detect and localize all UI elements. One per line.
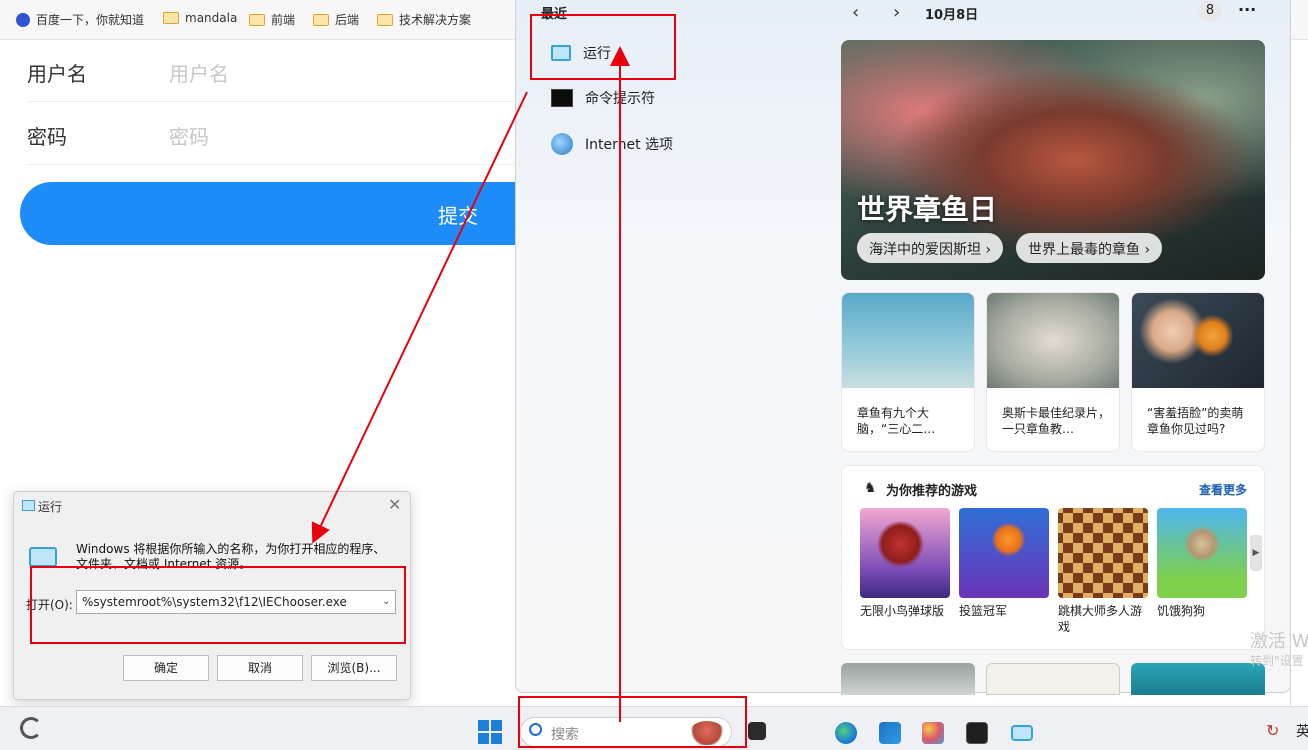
activation-watermark-sub: 转到"设置 bbox=[1250, 654, 1304, 668]
news-text: 奥斯卡最佳纪录片，一只章鱼教… bbox=[1002, 406, 1111, 436]
annotation-box-run bbox=[530, 14, 676, 80]
game-image bbox=[1058, 508, 1148, 598]
folder-icon bbox=[249, 13, 265, 26]
run-large-icon bbox=[29, 547, 57, 567]
run-taskbar-icon[interactable] bbox=[1011, 725, 1033, 741]
run-icon bbox=[22, 500, 35, 511]
scroll-right-button[interactable]: ▶ bbox=[1250, 535, 1262, 571]
game-name: 跳棋大师多人游戏 bbox=[1058, 604, 1143, 634]
game-tile[interactable]: 投篮冠军 bbox=[959, 508, 1049, 619]
game-name: 无限小鸟弹球版 bbox=[860, 604, 945, 618]
browse-button[interactable]: 浏览(B)... bbox=[311, 655, 397, 681]
chevron-left-icon[interactable]: ‹ bbox=[852, 2, 859, 23]
hero-title: 世界章鱼日 bbox=[857, 193, 998, 226]
more-options-icon[interactable]: ··· bbox=[1238, 0, 1256, 19]
news-card-partial[interactable] bbox=[841, 663, 975, 695]
notification-badge[interactable]: 8 bbox=[1199, 0, 1221, 22]
sync-icon[interactable]: ↻ bbox=[1266, 721, 1279, 740]
start-search-panel: 最近 运行 命令提示符 Internet 选项 ‹ › 10月8日 8 ··· … bbox=[515, 0, 1291, 695]
game-tile[interactable]: 饥饿狗狗 bbox=[1157, 508, 1247, 619]
terminal-icon[interactable] bbox=[966, 722, 988, 744]
widget-date: 10月8日 bbox=[925, 8, 979, 23]
news-image bbox=[987, 293, 1119, 388]
widgets-icon[interactable] bbox=[20, 717, 42, 739]
recent-item-label: Internet 选项 bbox=[585, 137, 674, 153]
activation-watermark: 激活 W bbox=[1250, 631, 1308, 652]
games-section: ♞ 为你推荐的游戏 查看更多 无限小鸟弹球版 投篮冠军 跳棋大师多人游戏 饥饿狗… bbox=[841, 465, 1265, 650]
news-text: 章鱼有九个大脑，“三心二… bbox=[857, 406, 936, 436]
password-input[interactable]: 密码 bbox=[169, 121, 209, 150]
game-image bbox=[1157, 508, 1247, 598]
close-icon[interactable]: ✕ bbox=[388, 495, 401, 514]
store-icon[interactable] bbox=[879, 722, 901, 744]
news-card[interactable]: 奥斯卡最佳纪录片，一只章鱼教… bbox=[986, 292, 1120, 452]
password-row: 密码 密码 bbox=[27, 103, 517, 165]
cmd-icon bbox=[551, 89, 573, 107]
news-text: “害羞捂脸”的卖萌章鱼你见过吗? bbox=[1147, 406, 1244, 436]
submit-label: 提交 bbox=[438, 204, 478, 228]
bookmark-backend[interactable]: 后端 bbox=[313, 11, 359, 28]
paint-icon[interactable] bbox=[922, 722, 944, 744]
recent-item-internet-options[interactable]: Internet 选项 bbox=[551, 124, 673, 164]
internet-options-icon bbox=[551, 133, 573, 155]
task-view-icon[interactable] bbox=[748, 722, 766, 740]
baidu-paw-icon bbox=[16, 12, 30, 27]
game-image bbox=[860, 508, 950, 598]
news-image bbox=[842, 293, 974, 388]
username-row: 用户名 用户名 bbox=[27, 40, 517, 102]
news-card[interactable]: “害羞捂脸”的卖萌章鱼你见过吗? bbox=[1131, 292, 1265, 452]
news-card-partial[interactable] bbox=[986, 663, 1120, 695]
bookmark-label: 百度一下，你就知道 bbox=[36, 13, 145, 27]
username-label: 用户名 bbox=[27, 62, 87, 86]
bookmark-label: 后端 bbox=[335, 13, 360, 27]
hero-chip[interactable]: 海洋中的爱因斯坦 › bbox=[857, 233, 1004, 263]
bookmark-solutions[interactable]: 技术解决方案 bbox=[377, 11, 471, 28]
folder-icon bbox=[313, 13, 329, 26]
hero-card[interactable]: 世界章鱼日 海洋中的爱因斯坦 › 世界上最毒的章鱼 › bbox=[841, 40, 1265, 280]
recent-item-label: 命令提示符 bbox=[585, 91, 655, 107]
bookmark-mandala[interactable]: mandala bbox=[163, 11, 237, 25]
folder-icon bbox=[163, 12, 179, 24]
game-tile[interactable]: 无限小鸟弹球版 bbox=[860, 508, 950, 619]
cancel-button[interactable]: 取消 bbox=[217, 655, 303, 681]
game-image bbox=[959, 508, 1049, 598]
game-tile[interactable]: 跳棋大师多人游戏 bbox=[1058, 508, 1148, 635]
folder-icon bbox=[377, 13, 393, 26]
username-input[interactable]: 用户名 bbox=[169, 58, 229, 87]
game-name: 投篮冠军 bbox=[959, 604, 1008, 618]
recent-item-cmd[interactable]: 命令提示符 bbox=[551, 78, 655, 118]
browser-right-edge bbox=[1290, 40, 1308, 706]
game-name: 饥饿狗狗 bbox=[1157, 604, 1206, 618]
annotation-box-search bbox=[518, 696, 747, 748]
annotation-box-dialog-input bbox=[30, 566, 406, 644]
bookmark-label: 技术解决方案 bbox=[399, 13, 472, 27]
news-card-partial[interactable] bbox=[1131, 663, 1265, 695]
bookmark-label: mandala bbox=[185, 11, 238, 25]
edge-icon[interactable] bbox=[835, 722, 857, 744]
games-title: 为你推荐的游戏 bbox=[886, 484, 978, 499]
chevron-right-icon[interactable]: › bbox=[893, 2, 900, 23]
password-label: 密码 bbox=[27, 125, 67, 149]
news-card[interactable]: 章鱼有九个大脑，“三心二… bbox=[841, 292, 975, 452]
bookmark-baidu[interactable]: 百度一下，你就知道 bbox=[16, 11, 144, 28]
hero-chip[interactable]: 世界上最毒的章鱼 › bbox=[1016, 233, 1163, 263]
see-more-link[interactable]: 查看更多 bbox=[1199, 481, 1247, 498]
ok-button[interactable]: 确定 bbox=[123, 655, 209, 681]
windows-start-icon[interactable] bbox=[478, 720, 502, 744]
input-method-icon[interactable]: 英 bbox=[1296, 721, 1308, 741]
game-pieces-icon: ♞ bbox=[864, 480, 877, 496]
bookmark-label: 前端 bbox=[271, 13, 296, 27]
bookmark-frontend[interactable]: 前端 bbox=[249, 11, 295, 28]
dialog-title: 运行 bbox=[38, 500, 63, 514]
news-image bbox=[1132, 293, 1264, 388]
